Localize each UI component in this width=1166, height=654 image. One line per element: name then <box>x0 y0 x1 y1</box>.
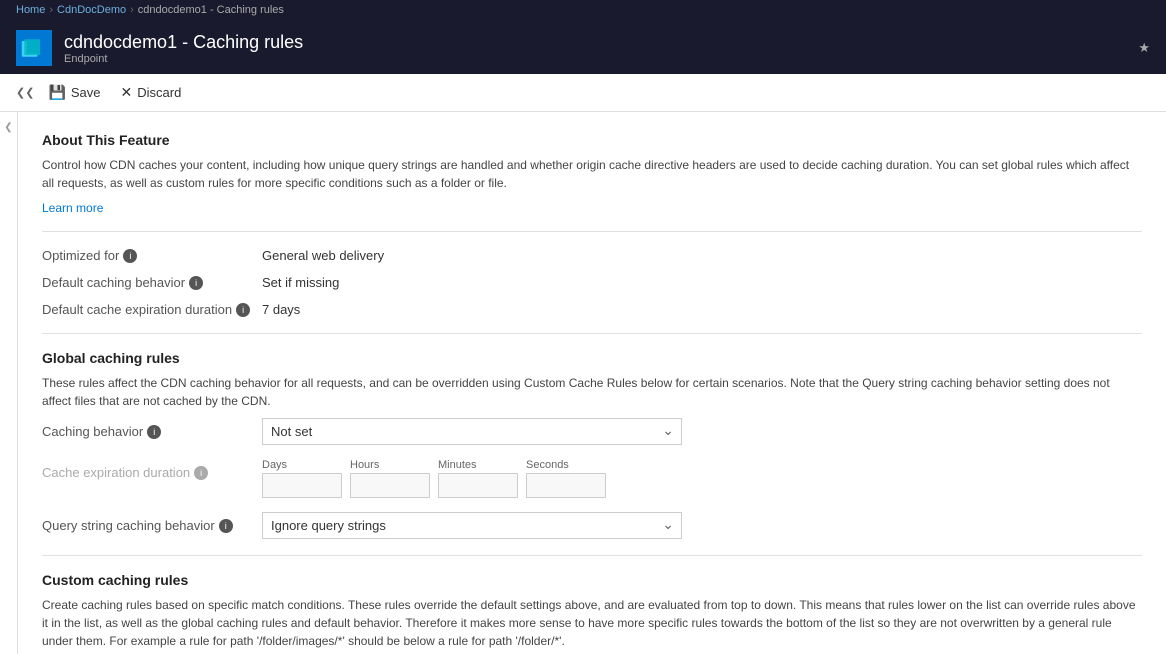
expiration-duration-row: Default cache expiration duration i 7 da… <box>42 302 1142 317</box>
custom-description: Create caching rules based on specific m… <box>42 596 1142 650</box>
caching-behavior-row: Caching behavior i Not set Bypass cache … <box>42 418 1142 445</box>
sidebar-toggle[interactable]: ❮❮ <box>16 86 38 99</box>
seconds-field: Seconds 0 <box>526 459 606 498</box>
breadcrumb-cdndocdemo[interactable]: CdnDocDemo <box>57 4 126 16</box>
pin-button[interactable]: ★ <box>1122 22 1166 74</box>
seconds-input[interactable]: 0 <box>526 473 606 498</box>
discard-icon: ✕ <box>121 84 133 101</box>
default-caching-info-icon[interactable]: i <box>189 276 203 290</box>
expiration-info-icon[interactable]: i <box>236 303 250 317</box>
minutes-label: Minutes <box>438 459 518 471</box>
global-title: Global caching rules <box>42 350 1142 366</box>
custom-section: Custom caching rules Create caching rule… <box>42 572 1142 654</box>
default-caching-row: Default caching behavior i Set if missin… <box>42 275 1142 290</box>
cache-expiration-row: Cache expiration duration i Days 0 Hours… <box>42 459 1142 498</box>
hours-field: Hours 0 <box>350 459 430 498</box>
app-icon <box>16 30 52 66</box>
main-content: About This Feature Control how CDN cache… <box>18 112 1166 654</box>
default-caching-label: Default caching behavior <box>42 275 185 290</box>
hours-label: Hours <box>350 459 430 471</box>
caching-behavior-label: Caching behavior <box>42 424 143 439</box>
days-input[interactable]: 0 <box>262 473 342 498</box>
discard-button[interactable]: ✕ Discard <box>111 80 192 105</box>
caching-behavior-select[interactable]: Not set Bypass cache Override Set if mis… <box>262 418 682 445</box>
query-string-row: Query string caching behavior i Ignore q… <box>42 512 1142 539</box>
about-title: About This Feature <box>42 132 1142 148</box>
breadcrumb: Home › CdnDocDemo › cdndocdemo1 - Cachin… <box>0 0 1166 22</box>
breadcrumb-current: cdndocdemo1 - Caching rules <box>138 4 284 16</box>
learn-more-link[interactable]: Learn more <box>42 201 103 215</box>
page-title: cdndocdemo1 - Caching rules <box>64 32 303 53</box>
days-label: Days <box>262 459 342 471</box>
global-description: These rules affect the CDN caching behav… <box>42 374 1142 410</box>
seconds-label: Seconds <box>526 459 606 471</box>
optimized-for-value: General web delivery <box>262 248 384 263</box>
cache-expiration-label: Cache expiration duration <box>42 465 190 480</box>
save-button[interactable]: 💾 Save <box>38 80 110 105</box>
days-field: Days 0 <box>262 459 342 498</box>
minutes-field: Minutes 0 <box>438 459 518 498</box>
default-caching-value: Set if missing <box>262 275 339 290</box>
query-string-label: Query string caching behavior <box>42 518 215 533</box>
toolbar: ❮❮ 💾 Save ✕ Discard <box>0 74 1166 112</box>
minutes-input[interactable]: 0 <box>438 473 518 498</box>
hours-input[interactable]: 0 <box>350 473 430 498</box>
divider-1 <box>42 231 1142 232</box>
sidebar-collapse[interactable]: ❮ <box>0 112 18 654</box>
global-section: Global caching rules These rules affect … <box>42 350 1142 539</box>
save-icon: 💾 <box>48 84 65 101</box>
caching-behavior-info-icon[interactable]: i <box>147 425 161 439</box>
about-section: About This Feature Control how CDN cache… <box>42 132 1142 215</box>
cache-expiration-info-icon[interactable]: i <box>194 466 208 480</box>
query-string-info-icon[interactable]: i <box>219 519 233 533</box>
info-rows: Optimized for i General web delivery Def… <box>42 248 1142 317</box>
expiration-duration-label: Default cache expiration duration <box>42 302 232 317</box>
divider-3 <box>42 555 1142 556</box>
page-header: cdndocdemo1 - Caching rules Endpoint ★ <box>0 22 1166 74</box>
breadcrumb-home[interactable]: Home <box>16 4 45 16</box>
about-description: Control how CDN caches your content, inc… <box>42 156 1142 192</box>
optimized-for-label: Optimized for <box>42 248 119 263</box>
divider-2 <box>42 333 1142 334</box>
query-string-select[interactable]: Ignore query strings Bypass caching for … <box>262 512 682 539</box>
custom-title: Custom caching rules <box>42 572 1142 588</box>
page-subtitle: Endpoint <box>64 53 303 65</box>
optimized-for-row: Optimized for i General web delivery <box>42 248 1142 263</box>
optimized-info-icon[interactable]: i <box>123 249 137 263</box>
expiration-duration-value: 7 days <box>262 302 300 317</box>
